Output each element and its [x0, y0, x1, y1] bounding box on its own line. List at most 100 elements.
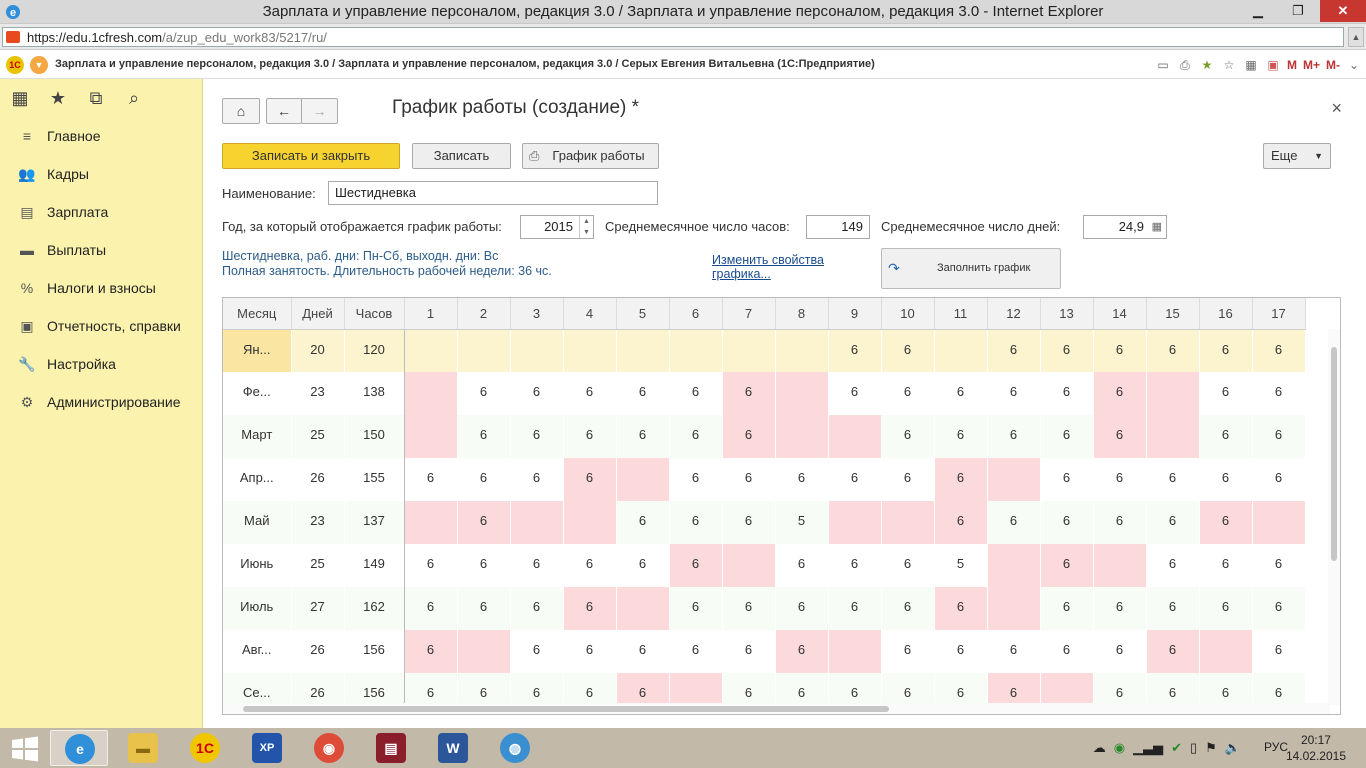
day-cell[interactable] [563, 501, 617, 544]
day-cell[interactable]: 6 [1040, 501, 1094, 544]
day-cell[interactable]: 6 [775, 458, 829, 501]
vertical-scrollbar[interactable] [1328, 329, 1340, 705]
day-cell[interactable]: 6 [510, 587, 564, 630]
more-button[interactable]: Еще ▼ [1263, 143, 1331, 169]
hours-cell[interactable]: 120 [344, 329, 405, 372]
day-cell[interactable] [1252, 501, 1306, 544]
table-row[interactable]: Май 23 137 6 6 6 6 5 6 6 6 6 6 6 [223, 501, 1306, 544]
table-row[interactable]: Июнь 25 149 6 6 6 6 6 6 6 6 6 5 6 6 6 6 [223, 544, 1306, 587]
memory-minus-button[interactable]: M- [1326, 57, 1340, 73]
cloud-icon[interactable]: ☁ [1093, 740, 1106, 756]
column-header[interactable]: 8 [775, 298, 829, 330]
column-header[interactable]: 4 [563, 298, 617, 330]
column-header[interactable]: 16 [1199, 298, 1253, 330]
name-field[interactable]: Шестидневка [328, 181, 658, 205]
day-cell[interactable]: 6 [934, 587, 988, 630]
day-cell[interactable]: 6 [563, 458, 617, 501]
forward-button[interactable]: → [301, 98, 338, 124]
day-cell[interactable]: 5 [934, 544, 988, 587]
day-cell[interactable]: 6 [881, 458, 935, 501]
day-cell[interactable]: 6 [457, 501, 511, 544]
sidebar-item[interactable]: 🔧 Настройка [0, 345, 202, 383]
day-cell[interactable]: 6 [1146, 329, 1200, 372]
taskbar-1c[interactable]: 1С [176, 730, 234, 766]
day-cell[interactable]: 6 [722, 501, 776, 544]
day-cell[interactable] [404, 372, 458, 415]
day-cell[interactable]: 6 [881, 329, 935, 372]
column-header[interactable]: Месяц [223, 298, 292, 330]
windows-start-icon[interactable] [10, 736, 40, 762]
taskbar-chrome[interactable]: ◉ [300, 730, 358, 766]
day-cell[interactable] [563, 329, 617, 372]
column-header[interactable]: 2 [457, 298, 511, 330]
day-cell[interactable]: 6 [1199, 458, 1253, 501]
day-cell[interactable]: 6 [934, 501, 988, 544]
avg-days-field[interactable]: 24,9 ▦ [1083, 215, 1167, 239]
day-cell[interactable] [510, 501, 564, 544]
day-cell[interactable]: 6 [881, 587, 935, 630]
flag-icon[interactable]: ⚑ [1205, 740, 1217, 756]
hours-cell[interactable]: 155 [344, 458, 405, 501]
history-icon[interactable]: ⧉ [86, 88, 106, 109]
day-cell[interactable]: 6 [987, 630, 1041, 673]
save-and-close-button[interactable]: Записать и закрыть [222, 143, 400, 169]
column-header[interactable]: 3 [510, 298, 564, 330]
input-language[interactable]: РУС [1264, 740, 1288, 754]
day-cell[interactable] [1199, 630, 1253, 673]
day-cell[interactable]: 6 [775, 544, 829, 587]
close-form-icon[interactable]: × [1331, 98, 1342, 119]
favorites-star-icon[interactable]: ★ [48, 88, 68, 109]
column-header[interactable]: Часов [344, 298, 405, 330]
table-row[interactable]: Апр... 26 155 6 6 6 6 6 6 6 6 6 6 6 6 6 6 6 [223, 458, 1306, 501]
column-header[interactable]: 5 [616, 298, 670, 330]
taskbar-save-app[interactable]: ▤ [362, 730, 420, 766]
day-cell[interactable] [722, 544, 776, 587]
day-cell[interactable]: 6 [563, 630, 617, 673]
save-button[interactable]: Записать [412, 143, 511, 169]
day-cell[interactable]: 6 [404, 630, 458, 673]
day-cell[interactable]: 6 [404, 458, 458, 501]
day-cell[interactable] [510, 329, 564, 372]
day-cell[interactable] [987, 587, 1041, 630]
taskbar-ie[interactable]: e [50, 730, 108, 766]
day-cell[interactable]: 6 [1199, 329, 1253, 372]
day-cell[interactable]: 6 [669, 458, 723, 501]
day-cell[interactable]: 6 [828, 587, 882, 630]
day-cell[interactable]: 6 [1252, 458, 1306, 501]
calculator-icon[interactable]: ▦ [1152, 216, 1162, 238]
month-cell[interactable]: Апр... [223, 458, 292, 501]
memory-plus-button[interactable]: M+ [1303, 57, 1320, 73]
day-cell[interactable]: 6 [828, 372, 882, 415]
fill-schedule-button[interactable]: ↷ Заполнить график [881, 248, 1061, 289]
days-cell[interactable]: 25 [291, 415, 345, 458]
sidebar-item[interactable]: ⚙ Администрирование [0, 383, 202, 421]
day-cell[interactable]: 6 [1093, 458, 1147, 501]
day-cell[interactable]: 6 [669, 501, 723, 544]
day-cell[interactable] [881, 501, 935, 544]
taskbar-word[interactable]: W [424, 730, 482, 766]
favorites-add-icon[interactable]: ★ [1199, 57, 1215, 73]
day-cell[interactable] [669, 329, 723, 372]
day-cell[interactable]: 6 [722, 630, 776, 673]
hours-cell[interactable]: 162 [344, 587, 405, 630]
column-header[interactable]: 10 [881, 298, 935, 330]
day-cell[interactable]: 6 [828, 458, 882, 501]
apps-grid-icon[interactable]: ▦ [10, 88, 30, 109]
day-cell[interactable] [934, 329, 988, 372]
day-cell[interactable]: 6 [722, 415, 776, 458]
day-cell[interactable]: 6 [457, 544, 511, 587]
day-cell[interactable]: 6 [828, 544, 882, 587]
day-cell[interactable] [1093, 544, 1147, 587]
day-cell[interactable]: 6 [881, 544, 935, 587]
day-cell[interactable]: 6 [881, 630, 935, 673]
days-cell[interactable]: 27 [291, 587, 345, 630]
save-icon[interactable]: ▭ [1155, 57, 1171, 73]
url-input[interactable]: https://edu.1cfresh.com/a/zup_edu_work83… [2, 27, 1344, 47]
day-cell[interactable]: 6 [987, 501, 1041, 544]
change-properties-link[interactable]: Изменить свойства графика... [712, 253, 852, 281]
day-cell[interactable]: 6 [1093, 415, 1147, 458]
day-cell[interactable]: 6 [1252, 587, 1306, 630]
day-cell[interactable]: 6 [457, 587, 511, 630]
day-cell[interactable] [1146, 415, 1200, 458]
day-cell[interactable]: 6 [1199, 501, 1253, 544]
